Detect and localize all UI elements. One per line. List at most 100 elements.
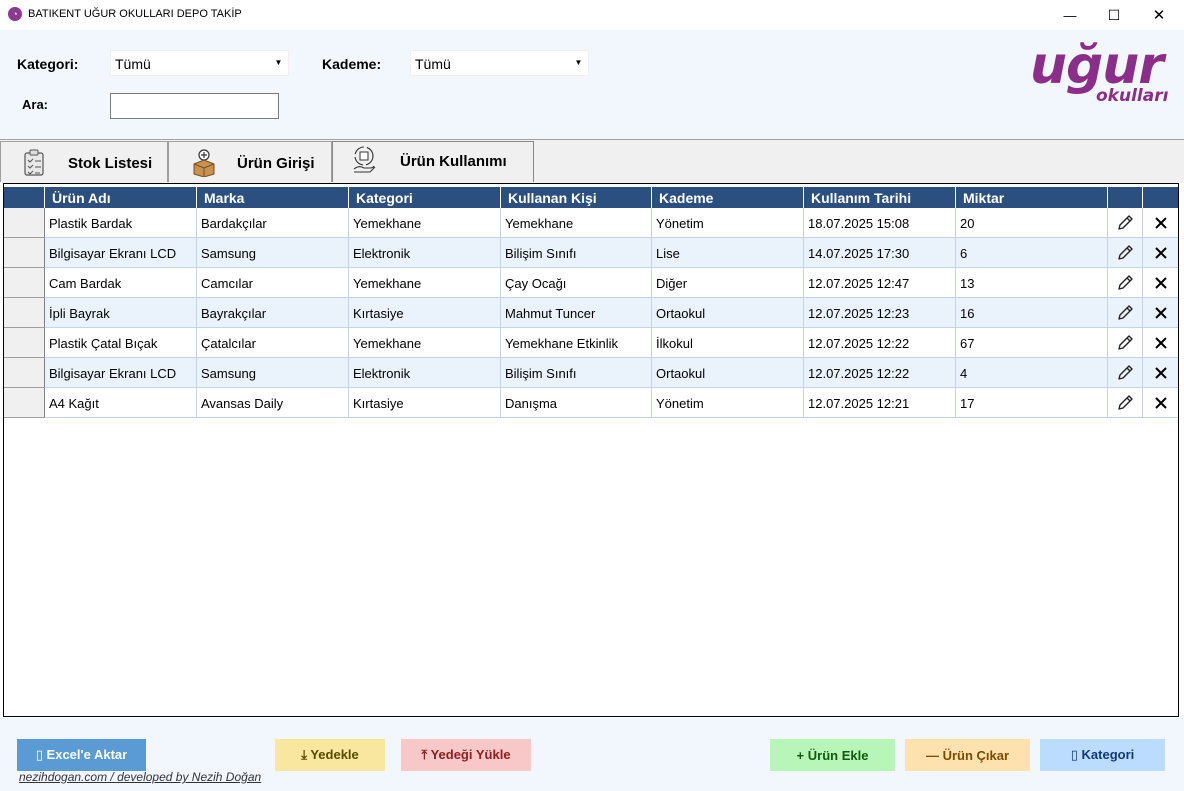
table-row[interactable]: Plastik Bardak Bardakçılar Yemekhane Yemekh…	[4, 208, 1178, 238]
table-cell[interactable]: İpli Bayrak	[45, 298, 197, 328]
table-row[interactable]: A4 Kağıt Avansas Daily Kırtasiye Danışma Yön…	[4, 388, 1178, 418]
table-row[interactable]: İpli Bayrak Bayrakçılar Kırtasiye Mahmut Tu…	[4, 298, 1178, 328]
column-header-marka[interactable]: Marka	[197, 187, 349, 208]
table-cell[interactable]: Ortaokul	[652, 358, 804, 388]
table-cell[interactable]: 12.07.2025 12:47	[804, 268, 956, 298]
row-header[interactable]	[4, 358, 45, 388]
table-cell[interactable]: Ortaokul	[652, 298, 804, 328]
table-row[interactable]: Bilgisayar Ekranı LCD Samsung Elektronik Bi…	[4, 238, 1178, 268]
edit-row-button[interactable]	[1108, 268, 1143, 298]
developer-credit-link[interactable]: nezihdogan.com / developed by Nezih Doğa…	[19, 770, 261, 784]
delete-row-button[interactable]	[1143, 208, 1178, 238]
edit-row-button[interactable]	[1108, 388, 1143, 418]
table-cell[interactable]: Camcılar	[197, 268, 349, 298]
table-cell[interactable]: Elektronik	[349, 238, 501, 268]
edit-row-button[interactable]	[1108, 298, 1143, 328]
table-cell[interactable]: 4	[956, 358, 1108, 388]
delete-row-button[interactable]	[1143, 268, 1178, 298]
delete-row-button[interactable]	[1143, 358, 1178, 388]
table-row[interactable]: Bilgisayar Ekranı LCD Samsung Elektronik Bi…	[4, 358, 1178, 388]
table-cell[interactable]: 12.07.2025 12:21	[804, 388, 956, 418]
table-cell[interactable]: Plastik Bardak	[45, 208, 197, 238]
usage-table[interactable]: Ürün Adı Marka Kategori Kullanan Kişi Ka…	[3, 183, 1179, 717]
row-header[interactable]	[4, 298, 45, 328]
table-cell[interactable]: Elektronik	[349, 358, 501, 388]
table-cell[interactable]: Yemekhane	[349, 268, 501, 298]
column-header-kategori[interactable]: Kategori	[349, 187, 501, 208]
table-cell[interactable]: 12.07.2025 12:22	[804, 328, 956, 358]
delete-row-button[interactable]	[1143, 388, 1178, 418]
table-cell[interactable]: Kırtasiye	[349, 298, 501, 328]
kategori-dropdown[interactable]: Tümü ▼	[110, 50, 289, 76]
table-cell[interactable]: Bayrakçılar	[197, 298, 349, 328]
edit-row-button[interactable]	[1108, 328, 1143, 358]
table-cell[interactable]: 20	[956, 208, 1108, 238]
category-button[interactable]: ▯ Kategori	[1040, 739, 1165, 771]
table-cell[interactable]: Lise	[652, 238, 804, 268]
table-cell[interactable]: 12.07.2025 12:22	[804, 358, 956, 388]
row-header[interactable]	[4, 268, 45, 298]
table-cell[interactable]: Bilişim Sınıfı	[501, 358, 652, 388]
table-cell[interactable]: 67	[956, 328, 1108, 358]
column-header-kademe[interactable]: Kademe	[652, 187, 804, 208]
search-input[interactable]	[110, 93, 279, 119]
table-cell[interactable]: A4 Kağıt	[45, 388, 197, 418]
table-cell[interactable]: Kırtasiye	[349, 388, 501, 418]
table-cell[interactable]: 12.07.2025 12:23	[804, 298, 956, 328]
table-cell[interactable]: İlkokul	[652, 328, 804, 358]
table-cell[interactable]: Yönetim	[652, 208, 804, 238]
tab-urun-kullanimi[interactable]: Ürün Kullanımı	[332, 141, 534, 182]
table-cell[interactable]: Bilgisayar Ekranı LCD	[45, 358, 197, 388]
remove-product-button[interactable]: — Ürün Çıkar	[905, 739, 1030, 771]
table-row[interactable]: Cam Bardak Camcılar Yemekhane Çay Ocağı Diğe…	[4, 268, 1178, 298]
delete-row-button[interactable]	[1143, 328, 1178, 358]
column-header-miktar[interactable]: Miktar	[956, 187, 1108, 208]
table-cell[interactable]: Bilişim Sınıfı	[501, 238, 652, 268]
add-product-button[interactable]: + Ürün Ekle	[770, 739, 895, 771]
column-header-kullanim-tarihi[interactable]: Kullanım Tarihi	[804, 187, 956, 208]
table-cell[interactable]: 13	[956, 268, 1108, 298]
row-header[interactable]	[4, 328, 45, 358]
table-cell[interactable]: Plastik Çatal Bıçak	[45, 328, 197, 358]
table-cell[interactable]: Yemekhane	[349, 328, 501, 358]
row-header[interactable]	[4, 238, 45, 268]
tab-stok-listesi[interactable]: Stok Listesi	[0, 141, 168, 182]
table-cell[interactable]: Diğer	[652, 268, 804, 298]
table-cell[interactable]: Mahmut Tuncer	[501, 298, 652, 328]
table-cell[interactable]: Yemekhane	[349, 208, 501, 238]
edit-row-button[interactable]	[1108, 238, 1143, 268]
edit-row-button[interactable]	[1108, 208, 1143, 238]
table-cell[interactable]: Bilgisayar Ekranı LCD	[45, 238, 197, 268]
table-cell[interactable]: Yemekhane Etkinlik	[501, 328, 652, 358]
table-cell[interactable]: Yemekhane	[501, 208, 652, 238]
kademe-dropdown[interactable]: Tümü ▼	[410, 50, 589, 76]
restore-backup-button[interactable]: ⤒ Yedeği Yükle	[401, 739, 531, 771]
maximize-button[interactable]: ☐	[1091, 0, 1137, 30]
delete-row-button[interactable]	[1143, 298, 1178, 328]
table-cell[interactable]: Samsung	[197, 238, 349, 268]
table-cell[interactable]: Bardakçılar	[197, 208, 349, 238]
table-cell[interactable]: Avansas Daily	[197, 388, 349, 418]
excel-export-button[interactable]: ▯ Excel'e Aktar	[17, 739, 146, 771]
backup-button[interactable]: ⤓ Yedekle	[275, 739, 385, 771]
table-cell[interactable]: Danışma	[501, 388, 652, 418]
minimize-button[interactable]: —	[1047, 0, 1093, 30]
column-header-urun-adi[interactable]: Ürün Adı	[45, 187, 197, 208]
table-row[interactable]: Plastik Çatal Bıçak Çatalcılar Yemekhane Ye…	[4, 328, 1178, 358]
tab-urun-girisi[interactable]: Ürün Girişi	[168, 141, 332, 182]
delete-row-button[interactable]	[1143, 238, 1178, 268]
table-cell[interactable]: 14.07.2025 17:30	[804, 238, 956, 268]
row-header[interactable]	[4, 388, 45, 418]
table-cell[interactable]: 16	[956, 298, 1108, 328]
table-cell[interactable]: Çay Ocağı	[501, 268, 652, 298]
row-header[interactable]	[4, 208, 45, 238]
table-cell[interactable]: 6	[956, 238, 1108, 268]
close-button[interactable]: ✕	[1136, 0, 1182, 30]
dropdown-arrow-icon[interactable]: ▼	[572, 55, 585, 71]
edit-row-button[interactable]	[1108, 358, 1143, 388]
table-cell[interactable]: Cam Bardak	[45, 268, 197, 298]
table-cell[interactable]: Yönetim	[652, 388, 804, 418]
column-header-kullanan-kisi[interactable]: Kullanan Kişi	[501, 187, 652, 208]
table-cell[interactable]: 17	[956, 388, 1108, 418]
dropdown-arrow-icon[interactable]: ▼	[272, 55, 285, 71]
